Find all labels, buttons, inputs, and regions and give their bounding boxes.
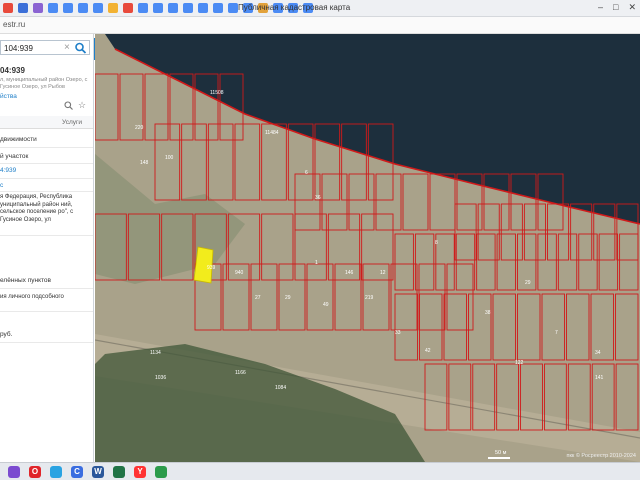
panel-tabs: Услуги	[0, 116, 93, 129]
parcel-label: 7	[555, 330, 558, 336]
parcel-label: 1166	[235, 370, 246, 376]
parcel-label: 146	[345, 270, 354, 276]
browser-tab-icon[interactable]	[93, 3, 103, 13]
browser-tab-icon[interactable]	[33, 3, 43, 13]
cadastral-map[interactable]: 11484 11508 1166 6 220 100 148 36 939 940 27 29 49 14…	[95, 34, 640, 462]
maximize-button[interactable]: □	[613, 2, 618, 13]
minimize-button[interactable]: –	[598, 2, 603, 13]
parcel-label: 100	[165, 155, 174, 161]
attribute-row: я Федерация, Республика униципальный рай…	[0, 192, 93, 236]
zoom-to-icon[interactable]	[64, 101, 73, 110]
parcel-label: 33	[395, 330, 401, 336]
attribute-row: движимости	[0, 134, 93, 148]
attribute-row: елённых пунктов	[0, 275, 93, 289]
attribute-value: движимости	[0, 136, 37, 143]
browser-tab-icon[interactable]	[153, 3, 163, 13]
attribute-row: с	[0, 180, 93, 192]
start-icon[interactable]	[8, 465, 20, 478]
browser-tab-icon[interactable]	[63, 3, 73, 13]
browser-tab-icon[interactable]	[213, 3, 223, 13]
parcel-label: 939	[207, 265, 216, 271]
attribute-value: я Федерация, Республика униципальный рай…	[0, 194, 74, 223]
search-value[interactable]: 104:939	[4, 44, 33, 53]
object-link[interactable]: йства	[0, 93, 17, 100]
parcel-label: 122	[515, 360, 524, 366]
parcel-label: 42	[425, 348, 431, 354]
opera-icon[interactable]: O	[29, 465, 41, 478]
attribute-row: ия личного подсобного	[0, 292, 93, 312]
close-button[interactable]: ✕	[628, 2, 636, 13]
yandex-icon[interactable]: Y	[134, 465, 146, 478]
attribute-value: й участок	[0, 153, 29, 160]
attribute-value[interactable]: 4:939	[0, 167, 16, 174]
browser-tab-icon[interactable]	[123, 3, 133, 13]
parcel-label: 36	[315, 195, 321, 201]
window-controls: – □ ✕	[598, 2, 636, 13]
attribute-value: ия личного подсобного	[0, 294, 64, 300]
parcel-label: 148	[140, 160, 149, 166]
attribute-row: й участок	[0, 151, 93, 164]
object-address: л, муниципальный район Озеро, с Гусиное …	[0, 77, 88, 90]
attribute-row: руб.	[0, 329, 93, 343]
taskbar: O CW Y	[0, 462, 640, 480]
word-icon[interactable]: W	[92, 465, 104, 478]
browser-tab-icon[interactable]	[138, 3, 148, 13]
telegram-icon[interactable]	[50, 465, 62, 478]
favorite-star-icon[interactable]: ☆	[78, 100, 86, 111]
browser-tab-icon[interactable]	[3, 3, 13, 13]
parcel-label: 1	[315, 260, 318, 266]
cadastral-number: 04:939	[0, 66, 25, 75]
parcel-label: 1036	[155, 375, 166, 381]
browser-titlebar: Публичная кадастровая карта – □ ✕	[0, 0, 640, 17]
scale-label: 50 м	[495, 450, 507, 456]
browser-icon[interactable]: C	[71, 465, 83, 478]
browser-tab-icon[interactable]	[108, 3, 118, 13]
object-info-panel: 104:939 × 04:939 л, муниципальный район …	[0, 34, 94, 462]
browser-tab-icon[interactable]	[228, 3, 238, 13]
parcel-label: 11508	[210, 90, 224, 96]
parcel-label: 8	[435, 240, 438, 246]
scale-bar	[488, 457, 510, 459]
parcel-label: 49	[323, 302, 329, 308]
parcel-label: 38	[485, 310, 491, 316]
parcel-label: 219	[365, 295, 374, 301]
page-title: Публичная кадастровая карта	[238, 3, 351, 12]
chrome-icon[interactable]	[155, 465, 167, 478]
parcel-label: 11484	[265, 130, 279, 136]
excel-icon[interactable]	[113, 465, 125, 478]
address-bar[interactable]: estr.ru	[0, 17, 640, 34]
parcel-label: 6	[305, 170, 308, 176]
browser-tab-icon[interactable]	[48, 3, 58, 13]
browser-tab-icon[interactable]	[78, 3, 88, 13]
parcel-label: 12	[380, 270, 386, 276]
clear-search-icon[interactable]: ×	[64, 42, 70, 53]
browser-tab-icon[interactable]	[168, 3, 178, 13]
attribute-value[interactable]: с	[0, 182, 3, 189]
parcel-label: 1084	[275, 385, 286, 391]
parcel-label: 220	[135, 125, 144, 131]
attribute-row: 4:939	[0, 165, 93, 179]
search-input[interactable]: 104:939 ×	[0, 40, 90, 55]
browser-tab-icon[interactable]	[18, 3, 28, 13]
browser-tab-icon[interactable]	[198, 3, 208, 13]
search-icon[interactable]	[74, 42, 87, 54]
browser-tab-icon[interactable]	[183, 3, 193, 13]
parcel-label: 1134	[150, 350, 161, 356]
parcel-label: 27	[255, 295, 261, 301]
attribute-value: руб.	[0, 331, 13, 338]
parcel-label: 141	[595, 375, 604, 381]
parcel-label: 940	[235, 270, 244, 276]
parcel-label: 34	[595, 350, 601, 356]
satellite-map-layer[interactable]: 1148411508116662201001483693994027 294914…	[95, 34, 640, 462]
parcel-label: 29	[285, 295, 291, 301]
parcel-label: 29	[525, 280, 531, 286]
map-copyright: пкк © Росреестр 2010-2024	[566, 453, 636, 459]
url-text[interactable]: estr.ru	[3, 20, 25, 29]
tab-services[interactable]: Услуги	[62, 119, 82, 126]
attribute-value: елённых пунктов	[0, 277, 51, 284]
